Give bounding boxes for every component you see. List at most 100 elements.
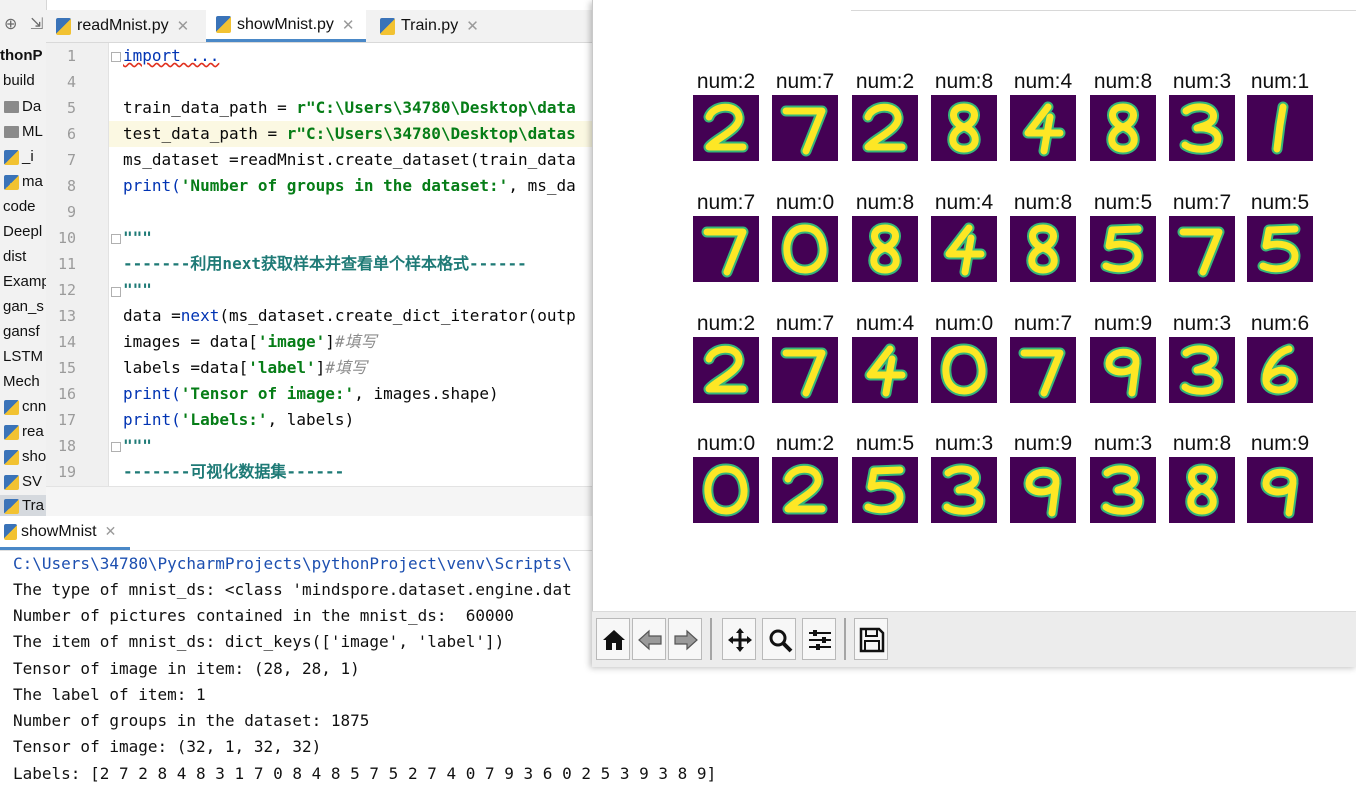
digit-image bbox=[1169, 95, 1235, 161]
digit-subplot: num:3 bbox=[1090, 431, 1156, 523]
subplot-title: num:2 bbox=[775, 432, 835, 455]
project-item[interactable]: Da bbox=[0, 96, 41, 118]
close-icon[interactable]: ✕ bbox=[177, 17, 190, 35]
project-root[interactable]: thonP bbox=[0, 45, 43, 67]
subplot-title: num:1 bbox=[1250, 70, 1310, 93]
tab-showmnist[interactable]: showMnist.py ✕ bbox=[206, 10, 366, 42]
digit-image bbox=[852, 337, 918, 403]
digit-image bbox=[931, 216, 997, 282]
code-line: -------利用next获取样本并查看单个样本格式------ bbox=[123, 254, 527, 273]
project-item[interactable]: LSTM bbox=[0, 346, 43, 368]
code-line: labels =data['label']#填写 bbox=[123, 358, 367, 377]
python-file-icon bbox=[4, 449, 19, 465]
project-item[interactable]: gan_s bbox=[0, 296, 44, 318]
python-file-icon bbox=[56, 17, 71, 35]
project-item[interactable]: SV bbox=[0, 471, 42, 493]
console-line: Tensor of image: (32, 1, 32, 32) bbox=[13, 737, 322, 756]
fold-marker-icon[interactable] bbox=[111, 234, 121, 244]
digit-image bbox=[1169, 457, 1235, 523]
subplot-title: num:8 bbox=[1172, 432, 1232, 455]
project-item[interactable]: sho bbox=[0, 446, 46, 468]
console-path-link[interactable]: C:\Users\34780\PycharmProjects\pythonPro… bbox=[13, 554, 572, 573]
project-item[interactable]: _i bbox=[0, 146, 34, 168]
digit-subplot: num:1 bbox=[1247, 69, 1313, 161]
code-editor[interactable]: 1 4 5 6 7 8 9 10 11 12 13 14 15 16 17 18… bbox=[46, 43, 592, 486]
tab-readmnist[interactable]: readMnist.py ✕ bbox=[46, 10, 204, 42]
back-button[interactable] bbox=[632, 618, 666, 660]
code-line: -------可视化数据集------ bbox=[123, 462, 345, 481]
subplots-button[interactable] bbox=[802, 618, 836, 660]
project-panel: ⊕ ⇲ thonP build Da ML _i ma code Deepl d… bbox=[0, 0, 47, 516]
fold-marker-icon[interactable] bbox=[111, 287, 121, 297]
subplot-title: num:8 bbox=[1093, 70, 1153, 93]
subplot-title: num:5 bbox=[855, 432, 915, 455]
close-icon[interactable]: ✕ bbox=[105, 523, 117, 540]
digit-image bbox=[772, 457, 838, 523]
code-line: train_data_path = r"C:\Users\34780\Deskt… bbox=[123, 98, 576, 117]
python-file-icon bbox=[380, 17, 395, 35]
editor-horizontal-scrollbar[interactable] bbox=[46, 486, 592, 517]
close-icon[interactable]: ✕ bbox=[466, 17, 479, 35]
digit-subplot: num:4 bbox=[1010, 69, 1076, 161]
code-line: import ... bbox=[123, 46, 220, 65]
project-item[interactable]: Examp bbox=[0, 271, 46, 293]
code-line: images = data['image']#填写 bbox=[123, 332, 377, 351]
subplot-title: num:9 bbox=[1093, 312, 1153, 335]
digit-image bbox=[852, 457, 918, 523]
project-item[interactable]: ML bbox=[0, 121, 43, 143]
digit-subplot: num:8 bbox=[1090, 69, 1156, 161]
digit-subplot: num:8 bbox=[1169, 431, 1235, 523]
digit-image bbox=[1010, 95, 1076, 161]
subplot-title: num:5 bbox=[1250, 191, 1310, 214]
subplot-title: num:0 bbox=[775, 191, 835, 214]
toolbar-separator bbox=[710, 618, 712, 660]
add-icon[interactable]: ⊕ bbox=[4, 14, 17, 34]
digit-subplot: num:2 bbox=[772, 431, 838, 523]
project-item-selected[interactable]: Tra bbox=[0, 495, 46, 516]
digit-image bbox=[852, 216, 918, 282]
project-item[interactable]: Deepl bbox=[0, 221, 42, 243]
subplot-title: num:3 bbox=[934, 432, 994, 455]
project-item[interactable]: build bbox=[0, 70, 35, 92]
digit-subplot: num:9 bbox=[1090, 311, 1156, 403]
matplotlib-figure-window: num:2 num:7 num:2 num:8 num:4 num:8 num:3 num:1… bbox=[592, 0, 1356, 666]
line-gutter: 1 4 5 6 7 8 9 10 11 12 13 14 15 16 17 18… bbox=[46, 43, 109, 486]
digit-subplot: num:2 bbox=[693, 311, 759, 403]
fold-marker-icon[interactable] bbox=[111, 52, 121, 62]
tab-train[interactable]: Train.py ✕ bbox=[370, 10, 500, 42]
project-item[interactable]: gansf bbox=[0, 321, 40, 343]
forward-button[interactable] bbox=[668, 618, 702, 660]
digit-subplot: num:4 bbox=[852, 311, 918, 403]
project-item[interactable]: code bbox=[0, 196, 36, 218]
project-item[interactable]: ma bbox=[0, 171, 43, 193]
project-item[interactable]: cnn bbox=[0, 396, 46, 418]
fold-marker-icon[interactable] bbox=[111, 442, 121, 452]
collapse-icon[interactable]: ⇲ bbox=[30, 14, 43, 34]
digit-image bbox=[1090, 337, 1156, 403]
line-number: 16 bbox=[57, 385, 76, 403]
line-number: 18 bbox=[57, 437, 76, 455]
line-number: 13 bbox=[57, 307, 76, 325]
subplot-title: num:8 bbox=[934, 70, 994, 93]
project-item[interactable]: dist bbox=[0, 246, 26, 268]
digit-subplot: num:7 bbox=[1169, 190, 1235, 282]
zoom-button[interactable] bbox=[762, 618, 796, 660]
pan-button[interactable] bbox=[722, 618, 756, 660]
home-button[interactable] bbox=[596, 618, 630, 660]
subplot-title: num:7 bbox=[1172, 191, 1232, 214]
console-line: The item of mnist_ds: dict_keys(['image'… bbox=[13, 632, 505, 651]
code-line: print('Tensor of image:', images.shape) bbox=[123, 384, 499, 403]
project-item[interactable]: Mech bbox=[0, 371, 40, 393]
digit-subplot: num:5 bbox=[852, 431, 918, 523]
save-button[interactable] bbox=[854, 618, 888, 660]
python-file-icon bbox=[216, 16, 231, 33]
digit-image bbox=[1247, 457, 1313, 523]
run-tab-showmnist[interactable]: showMnist ✕ bbox=[0, 516, 130, 550]
close-icon[interactable]: ✕ bbox=[342, 16, 355, 34]
subplot-title: num:4 bbox=[1013, 70, 1073, 93]
project-item[interactable]: rea bbox=[0, 421, 44, 443]
subplot-title: num:3 bbox=[1172, 70, 1232, 93]
digit-subplot: num:2 bbox=[852, 69, 918, 161]
subplots-icon bbox=[809, 630, 831, 650]
digit-image bbox=[1010, 337, 1076, 403]
